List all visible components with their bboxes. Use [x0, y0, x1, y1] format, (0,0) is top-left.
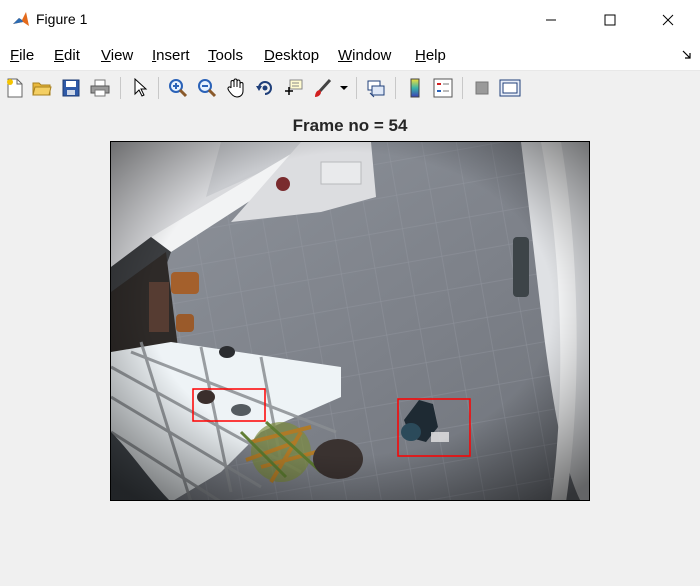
- menu-help[interactable]: Help: [415, 47, 446, 64]
- pan-hand-icon[interactable]: [225, 77, 247, 99]
- menu-file[interactable]: File: [10, 47, 34, 64]
- matlab-logo-icon: [11, 10, 31, 30]
- close-button[interactable]: [645, 0, 691, 40]
- show-plot-tools-icon[interactable]: [499, 77, 521, 99]
- menu-insert[interactable]: Insert: [152, 47, 190, 64]
- print-icon[interactable]: [89, 77, 111, 99]
- pointer-icon[interactable]: [129, 77, 151, 99]
- legend-icon[interactable]: [432, 77, 454, 99]
- menu-bar: File Edit View Insert Tools Desktop Wind…: [0, 40, 700, 70]
- window-title: Figure 1: [36, 11, 88, 27]
- colorbar-icon[interactable]: [404, 77, 426, 99]
- save-icon[interactable]: [60, 77, 82, 99]
- close-icon: [662, 14, 674, 26]
- open-file-icon[interactable]: [31, 77, 53, 99]
- minimize-button[interactable]: [528, 0, 574, 40]
- frame-image: [110, 141, 590, 501]
- menu-window[interactable]: Window: [338, 47, 391, 64]
- menu-desktop[interactable]: Desktop: [264, 47, 319, 64]
- dock-figure-icon[interactable]: [682, 50, 692, 60]
- camera-frame-scene: [111, 142, 589, 500]
- new-figure-icon[interactable]: [4, 77, 26, 99]
- axes-title: Frame no = 54: [292, 116, 408, 135]
- data-cursor-icon[interactable]: [283, 77, 305, 99]
- brush-icon[interactable]: [312, 77, 334, 99]
- zoom-in-icon[interactable]: [167, 77, 189, 99]
- link-plot-icon[interactable]: [365, 77, 387, 99]
- menu-view[interactable]: View: [101, 47, 133, 64]
- zoom-out-icon[interactable]: [196, 77, 218, 99]
- brush-dropdown-icon[interactable]: [337, 77, 351, 99]
- menu-tools[interactable]: Tools: [208, 47, 243, 64]
- minimize-icon: [546, 19, 556, 21]
- figure-toolbar: [0, 70, 700, 106]
- maximize-button[interactable]: [587, 0, 633, 40]
- maximize-icon: [604, 14, 616, 26]
- menu-edit[interactable]: Edit: [54, 47, 80, 64]
- rotate-3d-icon[interactable]: [254, 77, 276, 99]
- hide-plot-tools-icon[interactable]: [471, 77, 493, 99]
- title-bar: Figure 1: [0, 0, 700, 40]
